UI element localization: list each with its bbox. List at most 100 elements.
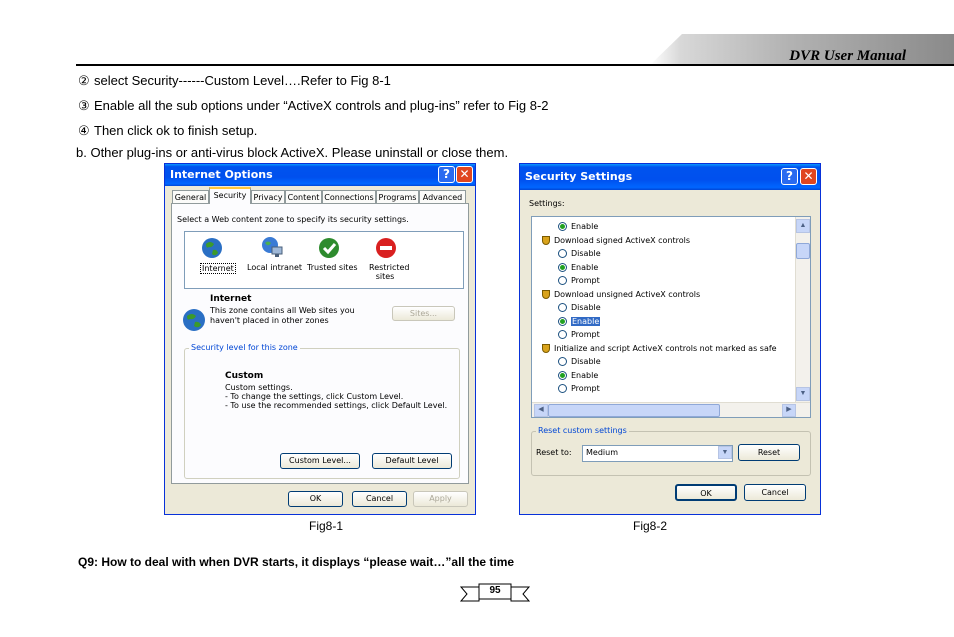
setting-option[interactable]: Prompt [558,274,600,287]
shield-icon [542,235,550,245]
radio-unchecked-icon[interactable] [558,384,567,393]
vertical-scrollbar[interactable]: ▲ ▼ [795,217,810,403]
help-icon[interactable]: ? [438,166,455,183]
radio-checked-icon[interactable] [558,316,567,326]
tab-programs[interactable]: Programs [376,190,419,203]
setting-option[interactable]: Prompt [558,382,600,395]
scroll-down-icon[interactable]: ▼ [796,387,810,401]
setting-option-label: Enable [571,316,601,326]
scroll-thumb[interactable] [796,243,810,259]
step-4-number: ④ [78,123,90,138]
radio-unchecked-icon[interactable] [558,357,567,366]
tab-connections[interactable]: Connections [322,190,376,203]
setting-category[interactable]: Download unsigned ActiveX controls [542,288,700,301]
shield-icon [542,343,550,353]
tab-general[interactable]: General [172,190,209,203]
setting-option[interactable]: Enable [558,220,598,233]
level-line-3: - To use the recommended settings, click… [225,401,448,410]
horizontal-scroll-thumb[interactable] [548,404,720,417]
setting-option-label: Enable [571,262,599,272]
zone-list[interactable]: Internet Local intranet Trusted sites Re… [184,231,464,289]
horizontal-scrollbar[interactable]: ◀ ▶ [532,402,810,417]
cancel-button[interactable]: Cancel [744,484,806,501]
step-3-number: ③ [78,98,90,113]
globe-icon [201,237,223,259]
security-level-group: Security level for this zone Custom Cust… [184,343,460,479]
setting-option-label: Disable [571,303,601,312]
settings-label: Settings: [529,199,565,208]
setting-option[interactable]: Enable [558,261,598,274]
step-2-number: ② [78,73,90,88]
default-level-button[interactable]: Default Level [372,453,452,469]
tab-advanced[interactable]: Advanced [419,190,466,203]
zone-internet[interactable]: Internet [200,263,236,274]
restricted-icon [375,237,397,259]
setting-option[interactable]: Disable [558,247,601,260]
security-level-label: Security level for this zone [189,343,300,352]
setting-category-label: Download unsigned ActiveX controls [554,289,701,299]
tab-content[interactable]: Content [285,190,322,203]
security-settings-title: Security Settings [525,170,633,183]
zone-local-intranet[interactable]: Local intranet [247,263,302,272]
fig8-1-caption: Fig8-1 [309,519,344,533]
radio-checked-icon[interactable] [558,222,567,231]
custom-level-button[interactable]: Custom Level... [280,453,360,469]
internet-options-title: Internet Options [170,168,273,181]
scroll-up-icon[interactable]: ▲ [796,219,810,233]
sites-button[interactable]: Sites... [392,306,455,321]
tab-privacy[interactable]: Privacy [251,190,285,203]
radio-unchecked-icon[interactable] [558,249,567,258]
local-intranet-icon [260,235,284,259]
close-icon[interactable]: ✕ [800,168,817,185]
ok-button[interactable]: OK [288,491,343,507]
fig8-2-caption: Fig8-2 [633,519,668,533]
reset-to-select[interactable]: Medium ▼ [582,445,733,462]
zone-trusted-sites[interactable]: Trusted sites [307,263,358,272]
setting-category-label: Download signed ActiveX controls [554,235,691,245]
security-tab-panel: Select a Web content zone to specify its… [171,203,469,484]
step-2-text: select Security------Custom Level….Refer… [94,73,391,88]
checkmark-icon [318,237,340,259]
setting-option[interactable]: Disable [558,355,601,368]
setting-category[interactable]: Initialize and script ActiveX controls n… [542,342,777,355]
scroll-left-icon[interactable]: ◀ [534,404,548,417]
step-4-text: Then click ok to finish setup. [94,123,258,138]
setting-option[interactable]: Prompt [558,328,600,341]
setting-category-label: Initialize and script ActiveX controls n… [554,343,777,353]
setting-category[interactable]: Download signed ActiveX controls [542,234,690,247]
setting-option-label: Prompt [571,276,600,285]
cancel-button[interactable]: Cancel [352,491,407,507]
tab-security[interactable]: Security [209,187,251,204]
setting-option-label: Prompt [571,384,600,393]
setting-option-label: Enable [571,222,599,231]
radio-checked-icon[interactable] [558,262,567,272]
step-3-text: Enable all the sub options under “Active… [94,98,549,113]
radio-unchecked-icon[interactable] [558,330,567,339]
close-icon[interactable]: ✕ [456,166,473,183]
setting-option[interactable]: Disable [558,301,601,314]
step-3: ③ Enable all the sub options under “Activ… [78,98,549,114]
note-b: b. Other plug-ins or anti-virus block Ac… [76,145,509,160]
manual-title: DVR User Manual [789,48,906,64]
reset-to-value: Medium [586,448,618,457]
internet-options-titlebar: Internet Options ? ✕ [165,164,475,186]
apply-button[interactable]: Apply [413,491,468,507]
page-number: 95 [489,585,501,596]
reset-button[interactable]: Reset [738,444,800,461]
setting-option[interactable]: Enable [558,369,598,382]
internet-options-window: Internet Options ? ✕ General Security Pr… [164,163,476,515]
ok-button[interactable]: OK [675,484,737,501]
zone-restricted-sites[interactable]: Restricted sites [369,263,409,281]
scroll-right-icon[interactable]: ▶ [782,404,796,417]
chevron-down-icon[interactable]: ▼ [718,446,732,459]
setting-option[interactable]: Enable [558,315,601,328]
setting-option-label: Disable [571,357,601,366]
radio-unchecked-icon[interactable] [558,303,567,312]
settings-list[interactable]: Enable Download signed ActiveX controls Di… [531,216,811,418]
radio-unchecked-icon[interactable] [558,276,567,285]
shield-icon [542,289,550,299]
level-name: Custom [225,371,264,381]
radio-checked-icon[interactable] [558,370,567,380]
help-icon[interactable]: ? [781,168,798,185]
zone-name: Internet [210,294,252,304]
